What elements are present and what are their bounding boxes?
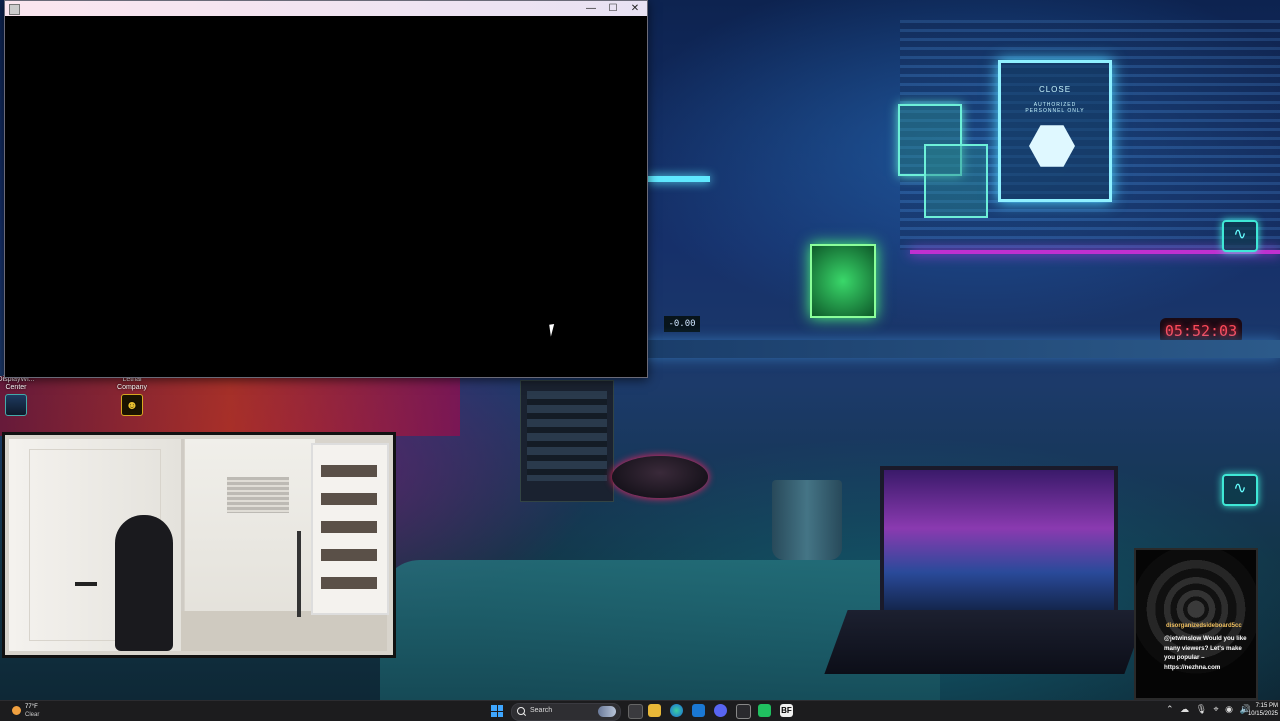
- minimize-button[interactable]: —: [580, 1, 602, 16]
- webcam-overlay: [2, 432, 396, 658]
- bf-icon[interactable]: BF: [780, 704, 793, 717]
- hexagon-logo-icon: [1029, 125, 1075, 167]
- chat-message: @jetwinslow Would you like many viewers?…: [1164, 635, 1247, 671]
- weather-widget[interactable]: 77°F Clear: [8, 702, 58, 720]
- equipment-rack: [520, 380, 614, 502]
- window-titlebar[interactable]: — ☐ ✕: [5, 1, 647, 16]
- windows-logo-icon: [491, 711, 497, 717]
- laptop-base: [824, 610, 1148, 674]
- search-label: Search: [530, 707, 553, 714]
- small-readout: -0.00: [664, 316, 700, 332]
- app-window[interactable]: — ☐ ✕: [4, 0, 648, 378]
- robot-vacuum: [612, 456, 708, 498]
- edge-icon[interactable]: [670, 704, 683, 717]
- weather-condition: Clear: [25, 712, 40, 718]
- clock-date: 10/15/2025: [1247, 711, 1278, 717]
- cloud-icon[interactable]: ☁: [1180, 704, 1189, 714]
- waveform-icon: ∿: [1222, 474, 1258, 506]
- app-icon: [9, 4, 20, 15]
- file-explorer-icon[interactable]: [648, 704, 661, 717]
- mouse-cursor-icon: [549, 323, 561, 337]
- windows-logo-icon: [497, 705, 503, 711]
- windows-logo-icon: [497, 711, 503, 717]
- sign-close-text: CLOSE: [1038, 85, 1072, 94]
- chevron-up-icon[interactable]: ⌃: [1166, 704, 1174, 714]
- search-icon: [517, 707, 525, 715]
- desktop-icon-label: DisplayWi... Center: [0, 376, 35, 391]
- desktop-icon-display-center[interactable]: DisplayWi... Center: [0, 376, 40, 416]
- cam-floor: [181, 611, 387, 651]
- desk-surface: [640, 340, 1280, 358]
- desktop-icon-lethal-company[interactable]: Lethal Company ☻: [108, 376, 156, 416]
- green-monitor: [810, 244, 876, 318]
- start-button[interactable]: [491, 705, 503, 717]
- outlook-icon[interactable]: [692, 704, 705, 717]
- closed-sign: CLOSE AUTHORIZED PERSONNEL ONLY: [998, 60, 1112, 202]
- cam-bookshelf: [311, 443, 389, 615]
- sign-subtext: AUTHORIZED PERSONNEL ONLY: [1025, 102, 1085, 114]
- red-neon-floor: [0, 376, 460, 436]
- lethal-company-icon: ☻: [121, 394, 143, 416]
- close-button[interactable]: ✕: [624, 1, 646, 16]
- xbox-icon[interactable]: [758, 704, 771, 717]
- wifi-icon[interactable]: ◉: [1225, 704, 1233, 714]
- clock[interactable]: 7:15 PM 10/15/2025: [1244, 702, 1278, 718]
- cam-chair: [115, 515, 173, 651]
- location-icon[interactable]: ⌖: [1214, 704, 1219, 714]
- chat-overlay: disorganizedsideboard5cc @jetwinslow Wou…: [1134, 548, 1258, 700]
- waveform-icon: ∿: [1222, 220, 1258, 252]
- terminal-icon[interactable]: [736, 704, 751, 719]
- cam-books: [321, 465, 377, 595]
- microphone-icon[interactable]: 🎙: [1196, 704, 1207, 714]
- laptop: [880, 466, 1118, 620]
- cam-door-handle: [75, 582, 97, 586]
- neon-cyan-light: [648, 176, 710, 182]
- system-tray: ⌃ ☁ 🎙 ⌖ ◉ 🔊: [1166, 704, 1255, 715]
- desktop-icon-label: Lethal Company: [117, 376, 147, 391]
- taskbar: 77°F Clear Search BF ⌃ ☁ 🎙 ⌖ ◉ 🔊 7:15 PM…: [0, 700, 1280, 721]
- task-view-icon[interactable]: [628, 704, 643, 719]
- taskbar-search[interactable]: Search: [511, 703, 621, 721]
- display-center-icon: [5, 394, 27, 416]
- discord-icon[interactable]: [714, 704, 727, 717]
- holo-note-card-2: [924, 144, 988, 218]
- weather-sun-icon: [12, 706, 21, 715]
- weather-temp: 77°F: [25, 704, 38, 710]
- trash-can: [772, 480, 842, 560]
- cam-window-blinds: [227, 477, 289, 513]
- clock-time: 7:15 PM: [1255, 703, 1278, 709]
- closed-sign-text: CLOSE AUTHORIZED PERSONNEL ONLY: [1001, 85, 1109, 114]
- maximize-button[interactable]: ☐: [602, 1, 624, 16]
- cam-floor-lamp: [297, 531, 301, 617]
- windows-logo-icon: [491, 705, 497, 711]
- chat-username: disorganizedsideboard5cc: [1166, 623, 1242, 629]
- search-highlight-icon: [598, 706, 616, 717]
